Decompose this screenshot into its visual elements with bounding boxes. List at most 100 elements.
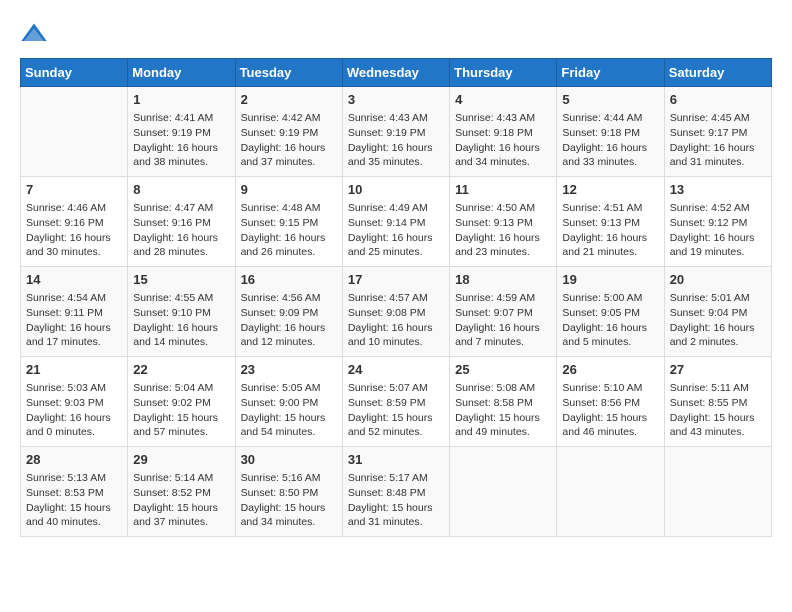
day-number: 29 — [133, 451, 229, 469]
calendar-cell: 21Sunrise: 5:03 AM Sunset: 9:03 PM Dayli… — [21, 357, 128, 447]
cell-content: Sunrise: 4:47 AM Sunset: 9:16 PM Dayligh… — [133, 201, 229, 260]
calendar-cell: 9 Sunrise: 4:48 AM Sunset: 9:15 PM Daylig… — [235, 177, 342, 267]
calendar-cell: 14 Sunrise: 4:54 AM Sunset: 9:11 PM Dayli… — [21, 267, 128, 357]
cell-content: Sunrise: 5:11 AM Sunset: 8:55 PM Dayligh… — [670, 381, 766, 440]
calendar-cell: 2 Sunrise: 4:42 AM Sunset: 9:19 PM Daylig… — [235, 87, 342, 177]
calendar-cell: 11 Sunrise: 4:50 AM Sunset: 9:13 PM Dayli… — [450, 177, 557, 267]
cell-content: Sunrise: 4:43 AM Sunset: 9:19 PM Dayligh… — [348, 111, 444, 170]
cell-content: Sunrise: 4:42 AM Sunset: 9:19 PM Dayligh… — [241, 111, 337, 170]
cell-content: Sunrise: 5:04 AM Sunset: 9:02 PM Dayligh… — [133, 381, 229, 440]
logo — [20, 20, 52, 48]
day-number: 7 — [26, 181, 122, 199]
cell-content: Sunrise: 5:17 AM Sunset: 8:48 PM Dayligh… — [348, 471, 444, 530]
day-number: 14 — [26, 271, 122, 289]
cell-content: Sunrise: 4:48 AM Sunset: 9:15 PM Dayligh… — [241, 201, 337, 260]
calendar-cell — [21, 87, 128, 177]
day-number: 18 — [455, 271, 551, 289]
day-number: 25 — [455, 361, 551, 379]
day-number: 16 — [241, 271, 337, 289]
page-header — [20, 20, 772, 48]
calendar-cell: 4 Sunrise: 4:43 AM Sunset: 9:18 PM Daylig… — [450, 87, 557, 177]
calendar-cell: 31Sunrise: 5:17 AM Sunset: 8:48 PM Dayli… — [342, 447, 449, 537]
day-number: 11 — [455, 181, 551, 199]
calendar-cell: 16 Sunrise: 4:56 AM Sunset: 9:09 PM Dayli… — [235, 267, 342, 357]
cell-content: Sunrise: 5:13 AM Sunset: 8:53 PM Dayligh… — [26, 471, 122, 530]
calendar-cell: 15 Sunrise: 4:55 AM Sunset: 9:10 PM Dayli… — [128, 267, 235, 357]
calendar-cell — [557, 447, 664, 537]
calendar-week-4: 21Sunrise: 5:03 AM Sunset: 9:03 PM Dayli… — [21, 357, 772, 447]
calendar-cell: 24Sunrise: 5:07 AM Sunset: 8:59 PM Dayli… — [342, 357, 449, 447]
calendar-cell: 13 Sunrise: 4:52 AM Sunset: 9:12 PM Dayli… — [664, 177, 771, 267]
cell-content: Sunrise: 5:00 AM Sunset: 9:05 PM Dayligh… — [562, 291, 658, 350]
calendar-cell: 28 Sunrise: 5:13 AM Sunset: 8:53 PM Dayli… — [21, 447, 128, 537]
cell-content: Sunrise: 4:50 AM Sunset: 9:13 PM Dayligh… — [455, 201, 551, 260]
day-number: 15 — [133, 271, 229, 289]
day-number: 19 — [562, 271, 658, 289]
day-number: 8 — [133, 181, 229, 199]
cell-content: Sunrise: 4:41 AM Sunset: 9:19 PM Dayligh… — [133, 111, 229, 170]
cell-content: Sunrise: 5:01 AM Sunset: 9:04 PM Dayligh… — [670, 291, 766, 350]
day-number: 9 — [241, 181, 337, 199]
day-number: 22 — [133, 361, 229, 379]
cell-content: Sunrise: 4:46 AM Sunset: 9:16 PM Dayligh… — [26, 201, 122, 260]
calendar-week-3: 14 Sunrise: 4:54 AM Sunset: 9:11 PM Dayli… — [21, 267, 772, 357]
calendar-cell: 17 Sunrise: 4:57 AM Sunset: 9:08 PM Dayli… — [342, 267, 449, 357]
cell-content: Sunrise: 5:14 AM Sunset: 8:52 PM Dayligh… — [133, 471, 229, 530]
day-number: 20 — [670, 271, 766, 289]
cell-content: Sunrise: 4:45 AM Sunset: 9:17 PM Dayligh… — [670, 111, 766, 170]
day-number: 30 — [241, 451, 337, 469]
column-header-wednesday: Wednesday — [342, 59, 449, 87]
cell-content: Sunrise: 5:16 AM Sunset: 8:50 PM Dayligh… — [241, 471, 337, 530]
calendar-cell: 19 Sunrise: 5:00 AM Sunset: 9:05 PM Dayli… — [557, 267, 664, 357]
column-header-friday: Friday — [557, 59, 664, 87]
calendar-cell: 3Sunrise: 4:43 AM Sunset: 9:19 PM Daylig… — [342, 87, 449, 177]
cell-content: Sunrise: 4:49 AM Sunset: 9:14 PM Dayligh… — [348, 201, 444, 260]
day-number: 10 — [348, 181, 444, 199]
calendar-week-5: 28 Sunrise: 5:13 AM Sunset: 8:53 PM Dayli… — [21, 447, 772, 537]
day-number: 21 — [26, 361, 122, 379]
column-header-sunday: Sunday — [21, 59, 128, 87]
calendar-cell: 29 Sunrise: 5:14 AM Sunset: 8:52 PM Dayli… — [128, 447, 235, 537]
calendar-cell: 6 Sunrise: 4:45 AM Sunset: 9:17 PM Daylig… — [664, 87, 771, 177]
column-header-tuesday: Tuesday — [235, 59, 342, 87]
column-header-thursday: Thursday — [450, 59, 557, 87]
cell-content: Sunrise: 4:55 AM Sunset: 9:10 PM Dayligh… — [133, 291, 229, 350]
cell-content: Sunrise: 4:59 AM Sunset: 9:07 PM Dayligh… — [455, 291, 551, 350]
day-number: 13 — [670, 181, 766, 199]
cell-content: Sunrise: 4:57 AM Sunset: 9:08 PM Dayligh… — [348, 291, 444, 350]
logo-icon — [20, 20, 48, 48]
calendar-cell: 20 Sunrise: 5:01 AM Sunset: 9:04 PM Dayli… — [664, 267, 771, 357]
cell-content: Sunrise: 4:52 AM Sunset: 9:12 PM Dayligh… — [670, 201, 766, 260]
day-number: 12 — [562, 181, 658, 199]
day-number: 4 — [455, 91, 551, 109]
day-number: 23 — [241, 361, 337, 379]
calendar-week-2: 7 Sunrise: 4:46 AM Sunset: 9:16 PM Daylig… — [21, 177, 772, 267]
calendar-cell — [664, 447, 771, 537]
calendar-cell — [450, 447, 557, 537]
calendar-cell: 26Sunrise: 5:10 AM Sunset: 8:56 PM Dayli… — [557, 357, 664, 447]
cell-content: Sunrise: 4:43 AM Sunset: 9:18 PM Dayligh… — [455, 111, 551, 170]
cell-content: Sunrise: 4:56 AM Sunset: 9:09 PM Dayligh… — [241, 291, 337, 350]
cell-content: Sunrise: 4:44 AM Sunset: 9:18 PM Dayligh… — [562, 111, 658, 170]
cell-content: Sunrise: 5:05 AM Sunset: 9:00 PM Dayligh… — [241, 381, 337, 440]
calendar-week-1: 1 Sunrise: 4:41 AM Sunset: 9:19 PM Daylig… — [21, 87, 772, 177]
calendar-cell: 22 Sunrise: 5:04 AM Sunset: 9:02 PM Dayli… — [128, 357, 235, 447]
calendar-cell: 23 Sunrise: 5:05 AM Sunset: 9:00 PM Dayli… — [235, 357, 342, 447]
calendar-cell: 7 Sunrise: 4:46 AM Sunset: 9:16 PM Daylig… — [21, 177, 128, 267]
calendar-cell: 30 Sunrise: 5:16 AM Sunset: 8:50 PM Dayli… — [235, 447, 342, 537]
day-number: 17 — [348, 271, 444, 289]
column-header-saturday: Saturday — [664, 59, 771, 87]
day-number: 5 — [562, 91, 658, 109]
header-row: SundayMondayTuesdayWednesdayThursdayFrid… — [21, 59, 772, 87]
day-number: 28 — [26, 451, 122, 469]
calendar-table: SundayMondayTuesdayWednesdayThursdayFrid… — [20, 58, 772, 537]
cell-content: Sunrise: 4:54 AM Sunset: 9:11 PM Dayligh… — [26, 291, 122, 350]
calendar-cell: 18 Sunrise: 4:59 AM Sunset: 9:07 PM Dayli… — [450, 267, 557, 357]
day-number: 2 — [241, 91, 337, 109]
day-number: 6 — [670, 91, 766, 109]
cell-content: Sunrise: 4:51 AM Sunset: 9:13 PM Dayligh… — [562, 201, 658, 260]
day-number: 27 — [670, 361, 766, 379]
calendar-cell: 8 Sunrise: 4:47 AM Sunset: 9:16 PM Daylig… — [128, 177, 235, 267]
calendar-cell: 25Sunrise: 5:08 AM Sunset: 8:58 PM Dayli… — [450, 357, 557, 447]
day-number: 1 — [133, 91, 229, 109]
